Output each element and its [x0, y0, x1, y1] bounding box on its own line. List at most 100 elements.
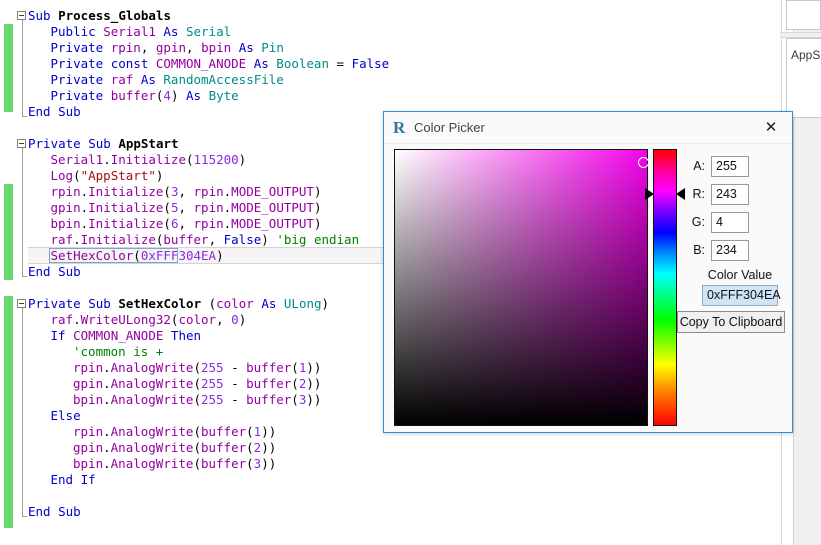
code-line-text: 'common is + [73, 344, 163, 360]
channel-label: B: [693, 243, 705, 257]
fold-guide-line [22, 20, 23, 116]
hue-marker-left-icon[interactable] [645, 188, 654, 200]
channel-input[interactable]: 4 [711, 212, 749, 233]
code-token: Log [50, 168, 74, 183]
code-token: As [186, 88, 209, 103]
code-token: Then [170, 328, 202, 343]
code-line-text: Private rpin, gpin, bpin As Pin [51, 40, 284, 56]
code-line[interactable]: bpin.AnalogWrite(buffer(3)) [0, 456, 760, 472]
copy-to-clipboard-button[interactable]: Copy To Clipboard [677, 311, 785, 333]
code-line[interactable]: Private raf As RandomAccessFile [0, 72, 760, 88]
fold-collapse-icon[interactable] [17, 139, 26, 148]
code-token: gpin [73, 376, 104, 391]
code-token: rpin [193, 184, 224, 199]
code-token: Private [50, 56, 111, 71]
code-token: . [73, 312, 81, 327]
code-line[interactable]: End Sub [0, 504, 760, 520]
fold-collapse-icon[interactable] [17, 11, 26, 20]
code-token: buffer [163, 232, 209, 247]
code-token: AppStart [118, 136, 179, 151]
code-token: ) [170, 88, 186, 103]
right-panel-top[interactable] [786, 0, 821, 30]
code-token: Public [50, 24, 104, 39]
code-token: )) [306, 392, 322, 407]
code-token: ) [313, 184, 322, 199]
code-token: - [223, 376, 247, 391]
screen: Sub Process_Globals Public Serial1 As Ser… [0, 0, 821, 545]
fold-guide-end [22, 116, 27, 117]
code-line[interactable]: Sub Process_Globals [0, 8, 760, 24]
fold-collapse-icon[interactable] [17, 299, 26, 308]
code-token: Process_Globals [58, 8, 171, 23]
code-line[interactable]: gpin.AnalogWrite(buffer(2)) [0, 440, 760, 456]
app-logo-icon: R [393, 118, 406, 137]
code-token: rpin [73, 360, 104, 375]
code-token: ) [216, 248, 224, 263]
hue-marker-right-icon[interactable] [676, 188, 685, 200]
code-token: AnalogWrite [110, 440, 194, 455]
code-line-text: If COMMON_ANODE Then [51, 328, 202, 344]
right-panel-label: AppS [791, 48, 821, 62]
code-line-text: rpin.AnalogWrite(buffer(1)) [73, 424, 276, 440]
code-line-text: gpin.Initialize(5, rpin.MODE_OUTPUT) [51, 200, 322, 216]
fold-guide-end [22, 516, 27, 517]
code-line[interactable]: Private const COMMON_ANODE As Boolean = … [0, 56, 760, 72]
fold-guide-line [22, 148, 23, 276]
code-line-text: Private raf As RandomAccessFile [51, 72, 284, 88]
code-line-text: bpin.AnalogWrite(buffer(3)) [73, 456, 276, 472]
code-token: MODE_OUTPUT [231, 200, 314, 215]
code-line[interactable]: Public Serial1 As Serial [0, 24, 760, 40]
code-token: AnalogWrite [110, 456, 194, 471]
code-line-text: End Sub [28, 264, 81, 280]
channel-input[interactable]: 255 [711, 156, 749, 177]
code-token: . [80, 200, 89, 215]
code-line[interactable] [0, 488, 760, 504]
code-token: , [178, 184, 194, 199]
code-token: End Sub [28, 104, 81, 119]
code-token: , [186, 40, 202, 55]
code-token: rpin [193, 216, 224, 231]
code-token: WriteULong32 [80, 312, 171, 327]
code-token: raf [50, 232, 74, 247]
code-token: Serial1 [103, 24, 164, 39]
channel-label: G: [691, 215, 705, 229]
code-line-text: raf.Initialize(buffer, False) 'big endia… [51, 232, 360, 248]
code-line[interactable]: End If [0, 472, 760, 488]
code-line-text: Private Sub SetHexColor (color As ULong) [28, 296, 329, 312]
code-token: As [163, 24, 186, 39]
code-token: 'common is + [73, 344, 164, 359]
code-token: buffer [110, 88, 156, 103]
code-token: rpin [50, 184, 81, 199]
code-line[interactable]: Private rpin, gpin, bpin As Pin [0, 40, 760, 56]
code-line-text: gpin.AnalogWrite(buffer(2)) [73, 440, 276, 456]
code-token: ( [193, 360, 201, 375]
code-line[interactable]: Private buffer(4) As Byte [0, 88, 760, 104]
code-token: . [80, 184, 89, 199]
code-token: Private Sub [28, 136, 119, 151]
hue-gradient [654, 150, 676, 425]
hue-slider[interactable] [645, 149, 685, 426]
code-line-text: Private const COMMON_ANODE As Boolean = … [51, 56, 390, 72]
channel-input[interactable]: 234 [711, 240, 749, 261]
code-token: Initialize [88, 184, 164, 199]
saturation-value-field[interactable] [394, 149, 649, 426]
code-token: )) [261, 440, 277, 455]
code-token: 255 [200, 376, 224, 391]
code-token: buffer [246, 392, 292, 407]
dialog-titlebar[interactable]: R Color Picker ✕ [384, 112, 792, 144]
channel-input[interactable]: 243 [711, 184, 749, 205]
code-token: )) [261, 424, 277, 439]
code-token: buffer [200, 440, 247, 455]
close-icon[interactable]: ✕ [760, 118, 782, 138]
code-line-text: Else [51, 408, 81, 424]
code-token: , [178, 200, 194, 215]
right-panel-bottom[interactable]: AppS [786, 38, 821, 118]
code-token: Sub [28, 8, 59, 23]
code-token: ) [238, 152, 247, 167]
color-picker-dialog[interactable]: R Color Picker ✕ A: 255 R: 243 G: 4 B: 234 Colo… [383, 111, 793, 433]
code-token: buffer [246, 376, 292, 391]
code-token: const [110, 56, 156, 71]
code-line-text: Private Sub AppStart [28, 136, 179, 152]
color-value-input[interactable]: 0xFFF304EA [702, 285, 781, 306]
code-line-text: Public Serial1 As Serial [51, 24, 232, 40]
